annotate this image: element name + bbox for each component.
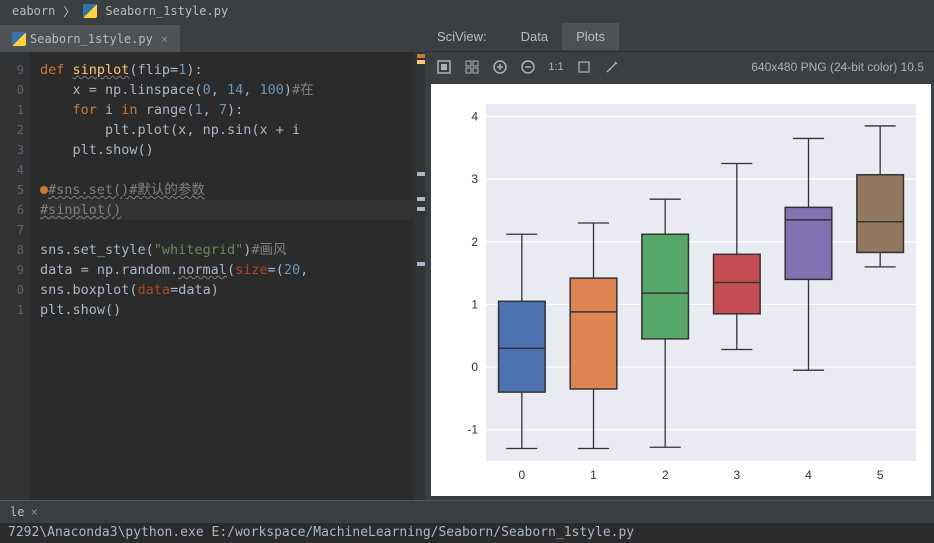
svg-text:0: 0 <box>518 468 525 482</box>
editor-pane: Seaborn_1style.py × 9012345678901 def si… <box>0 22 425 500</box>
svg-text:0: 0 <box>471 360 478 374</box>
svg-text:5: 5 <box>877 468 884 482</box>
close-icon[interactable]: × <box>30 505 37 519</box>
breadcrumb: eaborn 〉 Seaborn_1style.py <box>0 0 934 22</box>
chevron-right-icon: 〉 <box>63 3 75 20</box>
boxplot-chart: -1 0 1 2 3 4 0 1 2 3 4 5 <box>431 84 931 496</box>
console-panel: le × 7292\Anaconda3\python.exe E:/worksp… <box>0 500 934 543</box>
console-output: 7292\Anaconda3\python.exe E:/workspace/M… <box>0 523 934 542</box>
svg-text:2: 2 <box>662 468 669 482</box>
svg-text:-1: -1 <box>467 423 478 437</box>
breakpoint-icon[interactable] <box>40 186 48 194</box>
line-gutter: 9012345678901 <box>0 52 30 500</box>
svg-text:1: 1 <box>590 468 597 482</box>
svg-text:2: 2 <box>471 235 478 249</box>
sciview-tabs: SciView: Data Plots <box>425 22 934 52</box>
python-file-icon <box>12 32 26 46</box>
breadcrumb-folder[interactable]: eaborn <box>12 4 55 18</box>
editor-tabs: Seaborn_1style.py × <box>0 22 425 52</box>
tab-plots[interactable]: Plots <box>562 23 619 50</box>
plot-area: -1 0 1 2 3 4 0 1 2 3 4 5 <box>425 82 934 500</box>
sciview-pane: SciView: Data Plots 1:1 640x480 PNG (24-… <box>425 22 934 500</box>
svg-text:1: 1 <box>471 297 478 311</box>
export-icon[interactable] <box>575 58 593 76</box>
code-body[interactable]: def sinplot(flip=1): x = np.linspace(0, … <box>30 52 425 500</box>
breadcrumb-file[interactable]: Seaborn_1style.py <box>105 4 228 18</box>
ratio-icon[interactable]: 1:1 <box>547 58 565 76</box>
tab-label: Seaborn_1style.py <box>30 32 153 46</box>
sciview-title: SciView: <box>437 29 487 44</box>
minimap[interactable] <box>413 52 425 500</box>
image-info: 640x480 PNG (24-bit color) 10.5 <box>751 60 924 74</box>
main-split: Seaborn_1style.py × 9012345678901 def si… <box>0 22 934 500</box>
close-icon[interactable]: × <box>161 32 168 46</box>
python-file-icon <box>83 4 97 18</box>
tab-data[interactable]: Data <box>507 23 562 50</box>
svg-text:3: 3 <box>471 172 478 186</box>
dropper-icon[interactable] <box>603 58 621 76</box>
code-editor[interactable]: 9012345678901 def sinplot(flip=1): x = n… <box>0 52 425 500</box>
sciview-toolbar: 1:1 640x480 PNG (24-bit color) 10.5 <box>425 52 934 82</box>
zoom-in-icon[interactable] <box>491 58 509 76</box>
console-tab[interactable]: le × <box>0 501 934 523</box>
zoom-out-icon[interactable] <box>519 58 537 76</box>
svg-text:4: 4 <box>805 468 812 482</box>
svg-text:3: 3 <box>733 468 740 482</box>
svg-text:4: 4 <box>471 110 478 124</box>
editor-tab[interactable]: Seaborn_1style.py × <box>0 25 180 52</box>
